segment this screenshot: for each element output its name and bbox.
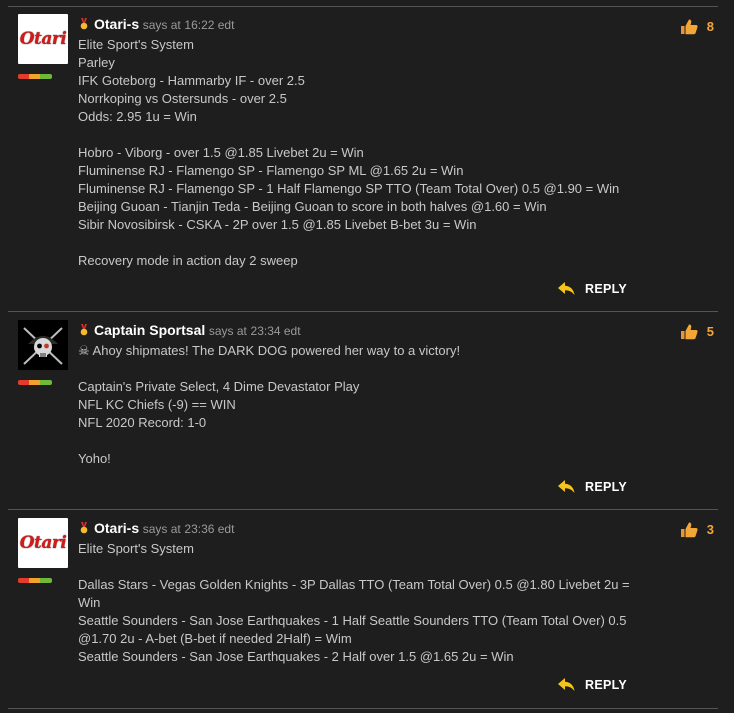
like-button[interactable]: 5 (680, 323, 714, 340)
comment-meta: Otari-s says at 16:22 edt (78, 16, 234, 32)
comment-line: Seattle Sounders - San Jose Earthquakes … (78, 649, 514, 664)
thumbs-up-icon (680, 324, 698, 340)
comment-line: Parley (78, 55, 115, 70)
comment-line (78, 360, 638, 378)
says-label: says at (208, 324, 247, 338)
comment-line: NFL KC Chiefs (-9) == WIN (78, 397, 236, 412)
comment-body: ☠ Ahoy shipmates! The DARK DOG powered h… (78, 342, 638, 468)
avatar-logo-text: Otari (19, 29, 67, 49)
like-count: 8 (706, 19, 714, 34)
comment-line: @1.70 2u - A-bet (B-bet if needed 2Half)… (78, 631, 352, 646)
pirate-skull-icon (18, 320, 68, 370)
comment-divider (8, 509, 718, 510)
comment-author[interactable]: Otari-s (94, 16, 139, 32)
comment-timestamp[interactable]: 16:22 edt (184, 18, 234, 32)
reply-button[interactable]: REPLY (558, 282, 627, 296)
comment-author[interactable]: Otari-s (94, 520, 139, 536)
comment-line: Seattle Sounders - San Jose Earthquakes … (78, 613, 627, 628)
avatar[interactable]: Otari (18, 14, 68, 64)
comment-timestamp[interactable]: 23:36 edt (184, 522, 234, 536)
rank-bar (18, 578, 52, 583)
comment-line (78, 558, 638, 576)
says-label: says at (142, 522, 181, 536)
comment-line: NFL 2020 Record: 1-0 (78, 415, 207, 430)
like-count: 3 (706, 522, 714, 537)
says-label: says at (142, 18, 181, 32)
medal-icon (80, 18, 88, 30)
comment-line: Win (78, 595, 101, 610)
comment-body: Elite Sport's System Parley IFK Goteborg… (78, 36, 638, 270)
rank-bar (18, 380, 52, 385)
avatar-logo-text: Otari (19, 533, 67, 553)
comment-line (78, 432, 638, 450)
medal-icon (80, 522, 88, 534)
comment-divider (8, 708, 718, 709)
comment-line: ☠ Ahoy shipmates! The DARK DOG powered h… (78, 343, 461, 358)
like-count: 5 (706, 324, 714, 339)
reply-label: REPLY (585, 282, 628, 296)
reply-arrow-icon (558, 678, 575, 691)
comment-line: Elite Sport's System (78, 37, 194, 52)
comment-line: Dallas Stars - Vegas Golden Knights - 3P… (78, 577, 630, 592)
reply-label: REPLY (585, 678, 628, 692)
reply-arrow-icon (558, 480, 575, 493)
comment-divider (8, 311, 718, 312)
reply-button[interactable]: REPLY (558, 678, 627, 692)
comment-line (78, 126, 638, 144)
avatar[interactable]: Otari (18, 518, 68, 568)
comment-meta: Otari-s says at 23:36 edt (78, 520, 234, 536)
comment-line: Norrkoping vs Ostersunds - over 2.5 (78, 91, 287, 106)
reply-button[interactable]: REPLY (558, 480, 627, 494)
comment-line: Odds: 2.95 1u = Win (78, 109, 197, 124)
comment-line: Hobro - Viborg - over 1.5 @1.85 Livebet … (78, 145, 364, 160)
avatar[interactable] (18, 320, 68, 370)
medal-icon (80, 324, 88, 336)
comment-line: Sibir Novosibirsk - CSKA - 2P over 1.5 @… (78, 217, 477, 232)
comment-meta: Captain Sportsal says at 23:34 edt (78, 322, 301, 338)
comment-divider (8, 6, 718, 7)
comment-line: Yoho! (78, 451, 111, 466)
comment-author[interactable]: Captain Sportsal (94, 322, 205, 338)
reply-arrow-icon (558, 282, 575, 295)
like-button[interactable]: 8 (680, 18, 714, 35)
rank-bar (18, 74, 52, 79)
thumbs-up-icon (680, 522, 698, 538)
comment-line: IFK Goteborg - Hammarby IF - over 2.5 (78, 73, 305, 88)
reply-label: REPLY (585, 480, 628, 494)
comment-line: Recovery mode in action day 2 sweep (78, 253, 298, 268)
comment-line: Fluminense RJ - Flamengo SP - 1 Half Fla… (78, 181, 620, 196)
thumbs-up-icon (680, 19, 698, 35)
comment-line: Fluminense RJ - Flamengo SP - Flamengo S… (78, 163, 464, 178)
comment-line: Elite Sport's System (78, 541, 194, 556)
comment-timestamp[interactable]: 23:34 edt (251, 324, 301, 338)
comment-body: Elite Sport's System Dallas Stars - Vega… (78, 540, 638, 666)
comment-line: Beijing Guoan - Tianjin Teda - Beijing G… (78, 199, 547, 214)
like-button[interactable]: 3 (680, 521, 714, 538)
comment-line (78, 234, 638, 252)
comment-line: Captain's Private Select, 4 Dime Devasta… (78, 379, 360, 394)
